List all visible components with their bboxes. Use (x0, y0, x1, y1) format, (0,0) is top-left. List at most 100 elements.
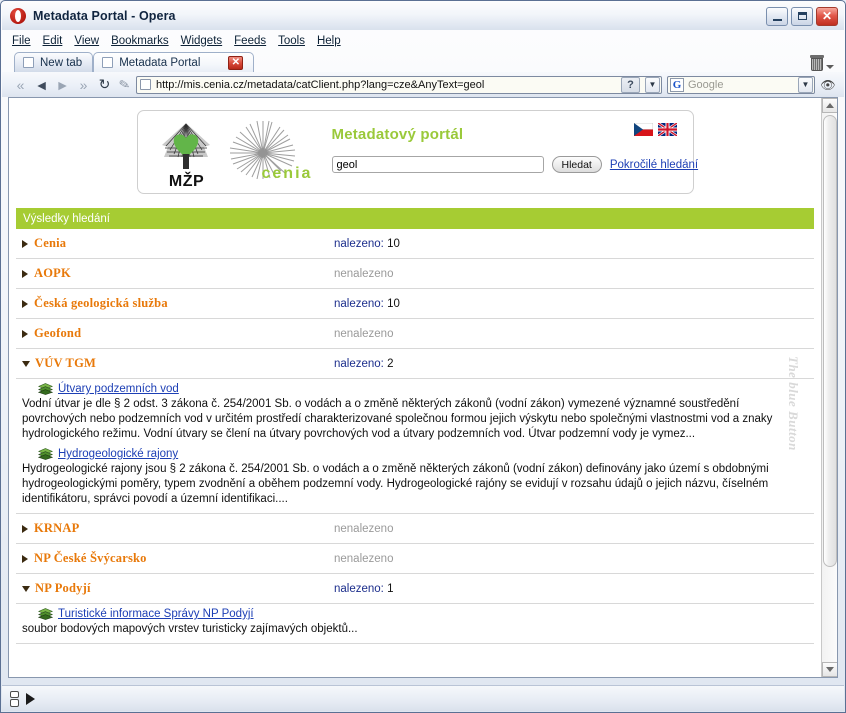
result-item: Turistické informace Správy NP Podyjí sou… (22, 604, 814, 639)
result-group-count: nalezeno: 10 (334, 238, 814, 250)
tab-favicon-placeholder-icon (102, 57, 114, 68)
search-row: Hledat Pokročilé hledání (331, 156, 698, 173)
result-item-link[interactable]: Hydrogeologické rajony (58, 448, 178, 460)
result-group-name[interactable]: VÚV TGM (35, 356, 96, 371)
advanced-search-link[interactable]: Pokročilé hledání (610, 159, 698, 171)
tab-label: Metadata Portal (119, 56, 201, 69)
chevron-right-icon[interactable] (22, 299, 28, 308)
chevron-right-icon[interactable] (22, 239, 28, 248)
result-group-header[interactable]: Cenia nalezeno: 10 (16, 229, 814, 259)
page-scrollbar[interactable] (821, 98, 837, 677)
result-group-header[interactable]: AOPK nenalezeno (16, 259, 814, 289)
url-text: http://mis.cenia.cz/metadata/catClient.p… (156, 79, 616, 91)
url-help-button[interactable]: ? (621, 76, 640, 93)
result-group-count: nenalezeno (334, 553, 814, 565)
result-group-header[interactable]: Geofond nenalezeno (16, 319, 814, 349)
opera-logo-icon (10, 8, 26, 24)
rewind-icon[interactable]: « (10, 78, 31, 92)
chevron-right-icon[interactable] (22, 269, 28, 278)
found-label: nalezeno: (334, 297, 384, 310)
opera-eye-icon[interactable]: 👁 (818, 76, 838, 94)
result-item-header: Turistické informace Správy NP Podyjí (22, 608, 814, 620)
opera-browser-window: Metadata Portal - Opera ✕ File Edit View… (0, 0, 846, 713)
tab-label: New tab (40, 56, 83, 69)
chevron-down-icon[interactable] (22, 585, 30, 592)
menu-item-bookmarks[interactable]: Bookmarks (111, 34, 181, 48)
scroll-down-button[interactable] (822, 662, 837, 677)
found-count: 1 (387, 582, 394, 595)
chevron-right-icon[interactable] (22, 554, 28, 563)
search-input[interactable] (331, 156, 544, 173)
close-button[interactable]: ✕ (816, 6, 838, 26)
menu-bar: File Edit View Bookmarks Widgets Feeds T… (2, 31, 844, 50)
header-right: Metadatový portál Hledat Pokročilé hledá… (330, 116, 698, 188)
url-dropdown-icon[interactable]: ▼ (645, 76, 660, 93)
minimize-button[interactable] (766, 6, 788, 26)
maximize-button[interactable] (791, 6, 813, 26)
results-group-list: Cenia nalezeno: 10 AOPK nenalezeno Česká geo… (16, 229, 814, 644)
pen-icon[interactable]: ✎ (114, 75, 136, 95)
search-placeholder: Google (688, 78, 724, 91)
result-item-link[interactable]: Útvary podzemních vod (58, 383, 179, 395)
search-submit-button[interactable]: Hledat (551, 156, 602, 173)
menu-item-edit[interactable]: Edit (43, 34, 75, 48)
result-item-header: Hydrogeologické rajony (22, 448, 814, 460)
back-icon[interactable]: ◄ (31, 78, 52, 92)
web-page-content: The blue Button MŽP cenia Metadatový por… (9, 98, 821, 677)
scrollbar-thumb[interactable] (823, 115, 837, 567)
reload-icon[interactable]: ↻ (94, 76, 115, 93)
result-group-header[interactable]: NP Podyjí nalezeno: 1 (16, 574, 814, 604)
cz-flag-icon[interactable] (633, 123, 653, 136)
layers-icon (38, 608, 53, 620)
chevron-down-icon[interactable] (826, 65, 834, 69)
result-group-header[interactable]: NP České Švýcarsko nenalezeno (16, 544, 814, 574)
result-item-link[interactable]: Turistické informace Správy NP Podyjí (58, 608, 254, 620)
found-count: 2 (387, 357, 394, 370)
found-label: nalezeno: (334, 357, 384, 370)
chevron-right-icon[interactable] (22, 524, 28, 533)
tab-favicon-placeholder-icon (23, 57, 34, 68)
mzp-logo: MŽP (156, 121, 218, 190)
tab-metadata-portal[interactable]: Metadata Portal ✕ (93, 52, 255, 72)
not-found-label: nenalezeno (334, 552, 394, 565)
result-group-header[interactable]: VÚV TGM nalezeno: 2 (16, 349, 814, 379)
search-engine-dropdown-icon[interactable]: ▼ (798, 76, 813, 93)
forward-icon[interactable]: ► (52, 78, 73, 92)
tab-close-icon[interactable]: ✕ (228, 55, 244, 70)
result-group-header[interactable]: KRNAP nenalezeno (16, 514, 814, 544)
result-group-name[interactable]: AOPK (34, 266, 71, 281)
found-count: 10 (387, 237, 400, 250)
result-group-name[interactable]: Geofond (34, 326, 81, 341)
page-favicon-icon (140, 79, 151, 90)
menu-item-feeds[interactable]: Feeds (234, 34, 278, 48)
trash-button[interactable] (810, 55, 844, 72)
tab-new-tab[interactable]: New tab (14, 52, 94, 72)
menu-item-widgets[interactable]: Widgets (181, 34, 235, 48)
menu-item-help[interactable]: Help (317, 34, 353, 48)
chevron-down-icon[interactable] (22, 360, 30, 367)
mzp-tree-icon (161, 123, 210, 169)
not-found-label: nenalezeno (334, 327, 394, 340)
layers-icon (38, 383, 53, 395)
result-group-name[interactable]: Česká geologická služba (34, 296, 168, 311)
chevron-right-icon[interactable] (22, 329, 28, 338)
result-group-name[interactable]: KRNAP (34, 521, 79, 536)
address-bar[interactable]: http://mis.cenia.cz/metadata/catClient.p… (136, 75, 662, 94)
result-group-name[interactable]: NP České Švýcarsko (34, 551, 147, 566)
menu-item-view[interactable]: View (74, 34, 111, 48)
result-group-name[interactable]: Cenia (34, 236, 66, 251)
uk-flag-icon[interactable] (657, 123, 677, 136)
page-title: Metadatový portál (331, 126, 464, 143)
layers-icon (38, 448, 53, 460)
result-group-header[interactable]: Česká geologická služba nalezeno: 10 (16, 289, 814, 319)
result-group-body: Turistické informace Správy NP Podyjí sou… (16, 604, 814, 644)
scroll-up-button[interactable] (822, 98, 837, 113)
menu-item-tools[interactable]: Tools (278, 34, 317, 48)
fast-forward-icon[interactable]: » (73, 78, 94, 92)
menu-item-file[interactable]: File (12, 34, 43, 48)
play-icon[interactable] (26, 692, 35, 705)
page-viewport: The blue Button MŽP cenia Metadatový por… (8, 97, 838, 678)
result-group-name[interactable]: NP Podyjí (35, 581, 91, 596)
cenia-logo: cenia (224, 115, 324, 189)
web-search-field[interactable]: G Google ▼ (667, 75, 815, 94)
